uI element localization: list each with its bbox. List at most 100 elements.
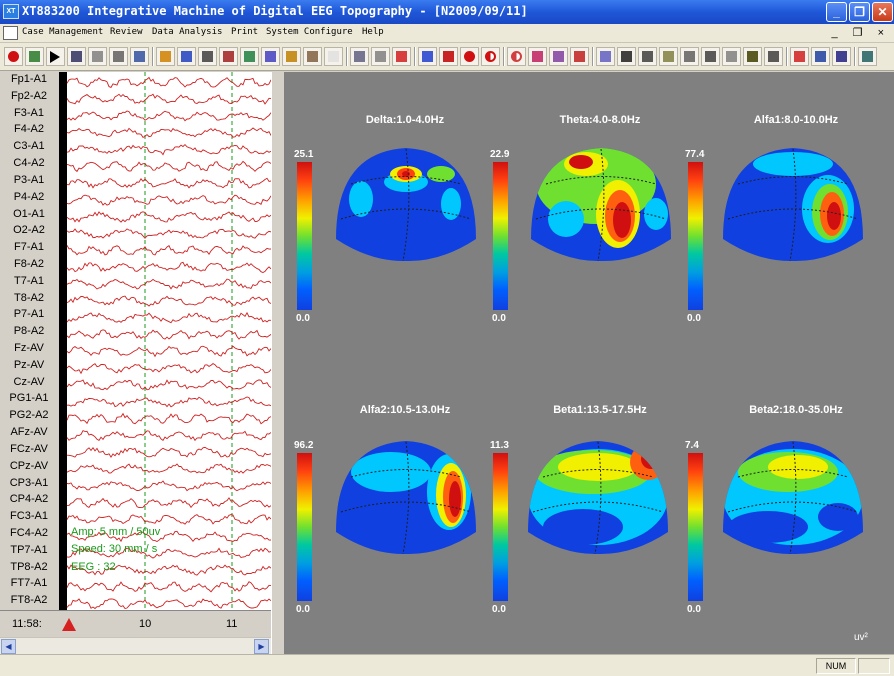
- waveform-icon[interactable]: [130, 47, 149, 66]
- channel-label[interactable]: CPz-AV: [0, 460, 58, 472]
- channel-label[interactable]: PG1-A1: [0, 392, 58, 404]
- help-icon[interactable]: [743, 47, 762, 66]
- tools-icon[interactable]: [764, 47, 783, 66]
- channel-label[interactable]: T8-A2: [0, 292, 58, 304]
- filter-icon[interactable]: [549, 47, 568, 66]
- channel-label[interactable]: FT7-A1: [0, 577, 58, 589]
- channel-label[interactable]: Fz-AV: [0, 342, 58, 354]
- channel-label[interactable]: T7-A1: [0, 275, 58, 287]
- wave-icon[interactable]: [596, 47, 615, 66]
- close-button[interactable]: ✕: [872, 2, 893, 22]
- eeg-trace-area[interactable]: Amp: 5 mm / 50uv Speed: 30 mm / s EEG : …: [67, 72, 271, 610]
- window-icon-glyph: [862, 51, 873, 62]
- scroll-left-button[interactable]: ◀: [1, 639, 16, 654]
- mdi-controls[interactable]: _ ❐ ×: [831, 26, 890, 39]
- crosshair-icon[interactable]: [219, 47, 238, 66]
- channel-label[interactable]: FCz-AV: [0, 443, 58, 455]
- select-icon[interactable]: [790, 47, 809, 66]
- channel-label[interactable]: F4-A2: [0, 123, 58, 135]
- square-icon[interactable]: [109, 47, 128, 66]
- menu-system-configure[interactable]: System Configure: [266, 27, 353, 37]
- menu-case-management[interactable]: Case Management: [22, 27, 103, 37]
- pointer-icon[interactable]: [392, 47, 411, 66]
- book-icon[interactable]: [722, 47, 741, 66]
- horizontal-scrollbar[interactable]: ◀ ▶: [0, 637, 271, 654]
- channel-label[interactable]: P8-A2: [0, 325, 58, 337]
- calendar-icon[interactable]: [303, 47, 322, 66]
- maximize-button[interactable]: ❐: [849, 2, 870, 22]
- channel-label[interactable]: O2-A2: [0, 224, 58, 236]
- menu-help[interactable]: Help: [362, 27, 384, 37]
- head-icon[interactable]: [240, 47, 259, 66]
- piecircle-icon[interactable]: [507, 47, 526, 66]
- head-topomap[interactable]: [331, 144, 481, 264]
- channel-icon[interactable]: [261, 47, 280, 66]
- window-icon[interactable]: [858, 47, 877, 66]
- channel-label[interactable]: TP8-A2: [0, 561, 58, 573]
- colorwheel-icon[interactable]: [156, 47, 175, 66]
- menu-data-analysis[interactable]: Data Analysis: [152, 27, 222, 37]
- bookmark-icon[interactable]: [701, 47, 720, 66]
- channel-label[interactable]: F7-A1: [0, 241, 58, 253]
- save-icon[interactable]: [25, 47, 44, 66]
- delete-icon[interactable]: [439, 47, 458, 66]
- record-icon[interactable]: [4, 47, 23, 66]
- scroll-right-button[interactable]: ▶: [254, 639, 269, 654]
- title-bar[interactable]: XT XT883200 Integrative Machine of Digit…: [0, 0, 894, 24]
- head-topomap[interactable]: [718, 437, 868, 557]
- spectrum-icon[interactable]: [177, 47, 196, 66]
- channel-label[interactable]: P4-A2: [0, 191, 58, 203]
- alpha-icon[interactable]: [528, 47, 547, 66]
- channel-label[interactable]: TP7-A1: [0, 544, 58, 556]
- head-topomap[interactable]: [718, 144, 868, 264]
- arrows-icon[interactable]: [418, 47, 437, 66]
- channel-label[interactable]: Pz-AV: [0, 359, 58, 371]
- channel-label[interactable]: F3-A1: [0, 107, 58, 119]
- preview-icon[interactable]: [659, 47, 678, 66]
- channel-label[interactable]: Fp2-A2: [0, 90, 58, 102]
- list-icon[interactable]: [832, 47, 851, 66]
- channel-label[interactable]: O1-A1: [0, 208, 58, 220]
- cross-icon[interactable]: [570, 47, 589, 66]
- marker-icon[interactable]: [324, 47, 343, 66]
- channel-label[interactable]: Cz-AV: [0, 376, 58, 388]
- channel-label[interactable]: CP3-A1: [0, 477, 58, 489]
- channel-label[interactable]: FT8-A2: [0, 594, 58, 606]
- head-icon-glyph: [244, 51, 255, 62]
- channel-label[interactable]: Fp1-A1: [0, 73, 58, 85]
- channel-label[interactable]: PG2-A2: [0, 409, 58, 421]
- print-icon[interactable]: [371, 47, 390, 66]
- channel-label[interactable]: FC3-A1: [0, 510, 58, 522]
- channel-label[interactable]: C4-A2: [0, 157, 58, 169]
- head-topomap[interactable]: [331, 437, 481, 557]
- play-icon[interactable]: [46, 47, 65, 66]
- minimize-button[interactable]: _: [826, 2, 847, 22]
- bar-icon[interactable]: [282, 47, 301, 66]
- channel-label[interactable]: P7-A1: [0, 308, 58, 320]
- menu-review[interactable]: Review: [110, 27, 143, 37]
- channel-label[interactable]: CP4-A2: [0, 493, 58, 505]
- monitor-icon[interactable]: [67, 47, 86, 66]
- piecircle-icon-glyph: [511, 51, 522, 62]
- channel-label[interactable]: FC4-A2: [0, 527, 58, 539]
- head-topomap[interactable]: [526, 144, 676, 264]
- hz-icon[interactable]: [198, 47, 217, 66]
- head-topomap[interactable]: [523, 437, 673, 557]
- export-icon[interactable]: [811, 47, 830, 66]
- channel-label[interactable]: F8-A2: [0, 258, 58, 270]
- halfcircle-icon[interactable]: [481, 47, 500, 66]
- document-icon[interactable]: [3, 26, 18, 40]
- channel-label[interactable]: P3-A1: [0, 174, 58, 186]
- channel-label[interactable]: C3-A1: [0, 140, 58, 152]
- colorwheel-icon-glyph: [160, 51, 171, 62]
- menu-print[interactable]: Print: [231, 27, 258, 37]
- page-icon[interactable]: [680, 47, 699, 66]
- stop-icon[interactable]: [88, 47, 107, 66]
- disk-icon[interactable]: [617, 47, 636, 66]
- zoom-icon[interactable]: [350, 47, 369, 66]
- redcircle-icon[interactable]: [460, 47, 479, 66]
- printer-icon[interactable]: [638, 47, 657, 66]
- channel-label[interactable]: AFz-AV: [0, 426, 58, 438]
- panel-splitter[interactable]: [271, 72, 285, 654]
- time-marker-icon[interactable]: [62, 618, 76, 631]
